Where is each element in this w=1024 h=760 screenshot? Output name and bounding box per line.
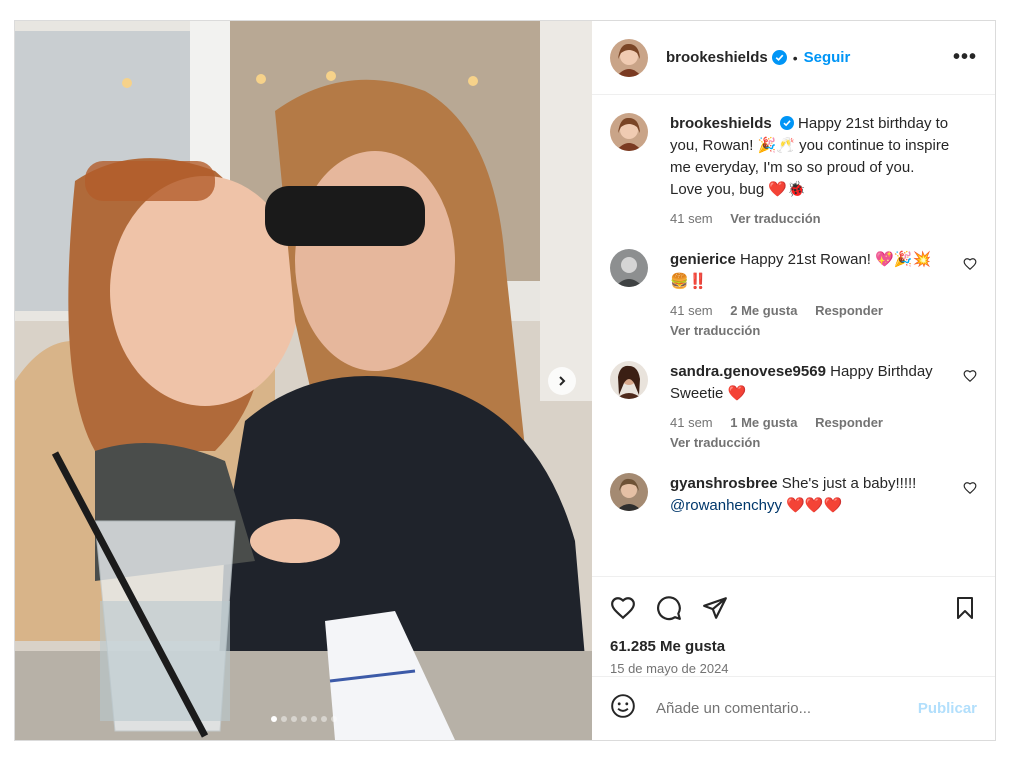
author-avatar[interactable]: [610, 38, 648, 77]
comment-item: sandra.genovese9569 Happy Birthday Sweet…: [610, 361, 977, 453]
commenter-avatar[interactable]: [610, 473, 648, 511]
translate-link[interactable]: Ver traducción: [730, 211, 820, 226]
comment-likes[interactable]: 2 Me gusta: [730, 303, 797, 318]
mention-link[interactable]: @rowanhenchyy: [670, 497, 782, 514]
comment-username[interactable]: gyanshrosbree: [670, 475, 778, 492]
comment-time[interactable]: 41 sem: [670, 303, 713, 318]
more-options-icon[interactable]: •••: [953, 46, 977, 69]
carousel-next-button[interactable]: [548, 367, 576, 395]
carousel-dot: [320, 716, 327, 722]
like-heart-icon[interactable]: [610, 595, 636, 621]
comment-likes[interactable]: 1 Me gusta: [730, 415, 797, 430]
carousel-dot: [290, 716, 297, 722]
reply-button[interactable]: Responder: [815, 303, 883, 318]
carousel-dot: [300, 716, 307, 722]
comment-text: She's just a baby!!!!!: [781, 475, 917, 492]
save-bookmark-icon[interactable]: [953, 596, 977, 620]
author-username[interactable]: brookeshields: [666, 49, 768, 66]
translate-link[interactable]: Ver traducción: [670, 435, 760, 450]
likes-count[interactable]: 61.285 Me gusta: [592, 638, 995, 655]
comment-input[interactable]: [654, 699, 918, 718]
comment-emoji: ❤️❤️❤️: [786, 497, 843, 514]
share-paper-plane-icon[interactable]: [702, 595, 728, 621]
post-date: 15 de mayo de 2024: [610, 661, 729, 676]
commenter-avatar[interactable]: [610, 361, 648, 399]
caption-username[interactable]: brookeshields: [670, 115, 772, 132]
reply-button[interactable]: Responder: [815, 415, 883, 430]
verified-badge-icon: [779, 116, 794, 130]
commenter-avatar[interactable]: [610, 249, 648, 287]
verified-badge-icon: [771, 50, 787, 65]
comment-bubble-icon[interactable]: [656, 595, 682, 621]
carousel-indicator: [15, 716, 592, 722]
follow-button[interactable]: Seguir: [804, 49, 851, 66]
instagram-post: brookeshields • Seguir ••• brookeshields…: [14, 20, 996, 741]
comments-list: brookeshields Happy 21st birthday to you…: [592, 95, 995, 576]
publish-button[interactable]: Publicar: [918, 700, 977, 717]
carousel-dot: [310, 716, 317, 722]
comment-item: genierice Happy 21st Rowan! 💖🎉💥🍔‼️ 41 se…: [610, 249, 977, 341]
caption-time[interactable]: 41 sem: [670, 211, 713, 226]
comment-time[interactable]: 41 sem: [670, 415, 713, 430]
comment-like-heart-icon[interactable]: [963, 257, 977, 271]
comment-like-heart-icon[interactable]: [963, 369, 977, 383]
photo-illustration: [15, 21, 592, 740]
carousel-dot: [280, 716, 287, 722]
comment-like-heart-icon[interactable]: [963, 481, 977, 495]
carousel-dot: [270, 716, 277, 722]
comment-username[interactable]: genierice: [670, 251, 736, 268]
separator-dot: •: [792, 49, 798, 66]
post-actions-bar: [592, 576, 995, 638]
caption: brookeshields Happy 21st birthday to you…: [610, 113, 977, 229]
translate-link[interactable]: Ver traducción: [670, 323, 760, 338]
add-comment-bar: Publicar: [592, 676, 995, 740]
comment-username[interactable]: sandra.genovese9569: [670, 363, 826, 380]
chevron-right-icon: [559, 376, 566, 386]
comment-item: gyanshrosbree She's just a baby!!!!! @ro…: [610, 473, 977, 517]
post-photo[interactable]: [15, 21, 592, 740]
post-sidebar: brookeshields • Seguir ••• brookeshields…: [592, 21, 995, 740]
carousel-dot: [330, 716, 337, 722]
emoji-smile-icon[interactable]: [610, 693, 636, 724]
post-header: brookeshields • Seguir •••: [592, 21, 995, 95]
caption-author-avatar[interactable]: [610, 113, 648, 151]
